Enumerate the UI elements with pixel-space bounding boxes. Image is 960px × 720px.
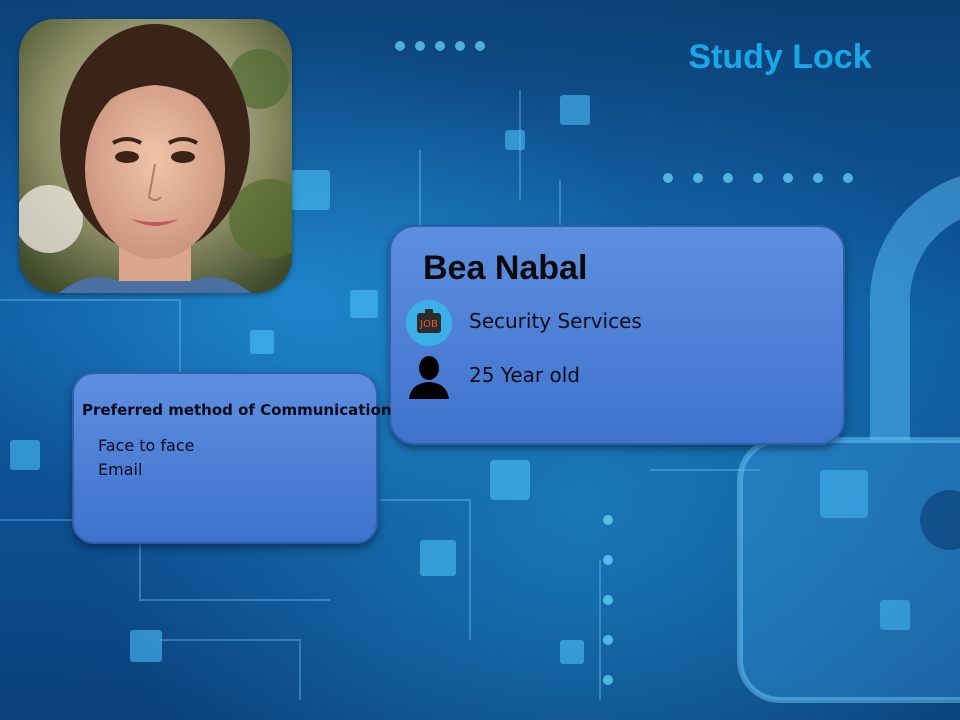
page-title: Study Lock [688,38,872,76]
persona-photo [19,19,292,293]
communication-method: Email [98,460,143,479]
persona-card: Bea Nabal JOB Security Services 25 Year … [389,225,845,445]
age-row: 25 Year old [405,353,825,399]
occupation-row: JOB Security Services [405,299,825,346]
communication-method: Face to face [98,436,195,455]
job-icon: JOB [405,299,453,347]
persona-name: Bea Nabal [423,249,588,287]
person-icon [405,353,453,401]
occupation-text: Security Services [469,309,642,333]
age-text: 25 Year old [469,363,580,387]
communication-card: Preferred method of Communication Face t… [72,372,392,544]
portrait-image [19,19,292,293]
padlock-icon [870,176,960,440]
communication-heading: Preferred method of Communication [82,401,392,419]
job-icon-label: JOB [419,319,438,330]
